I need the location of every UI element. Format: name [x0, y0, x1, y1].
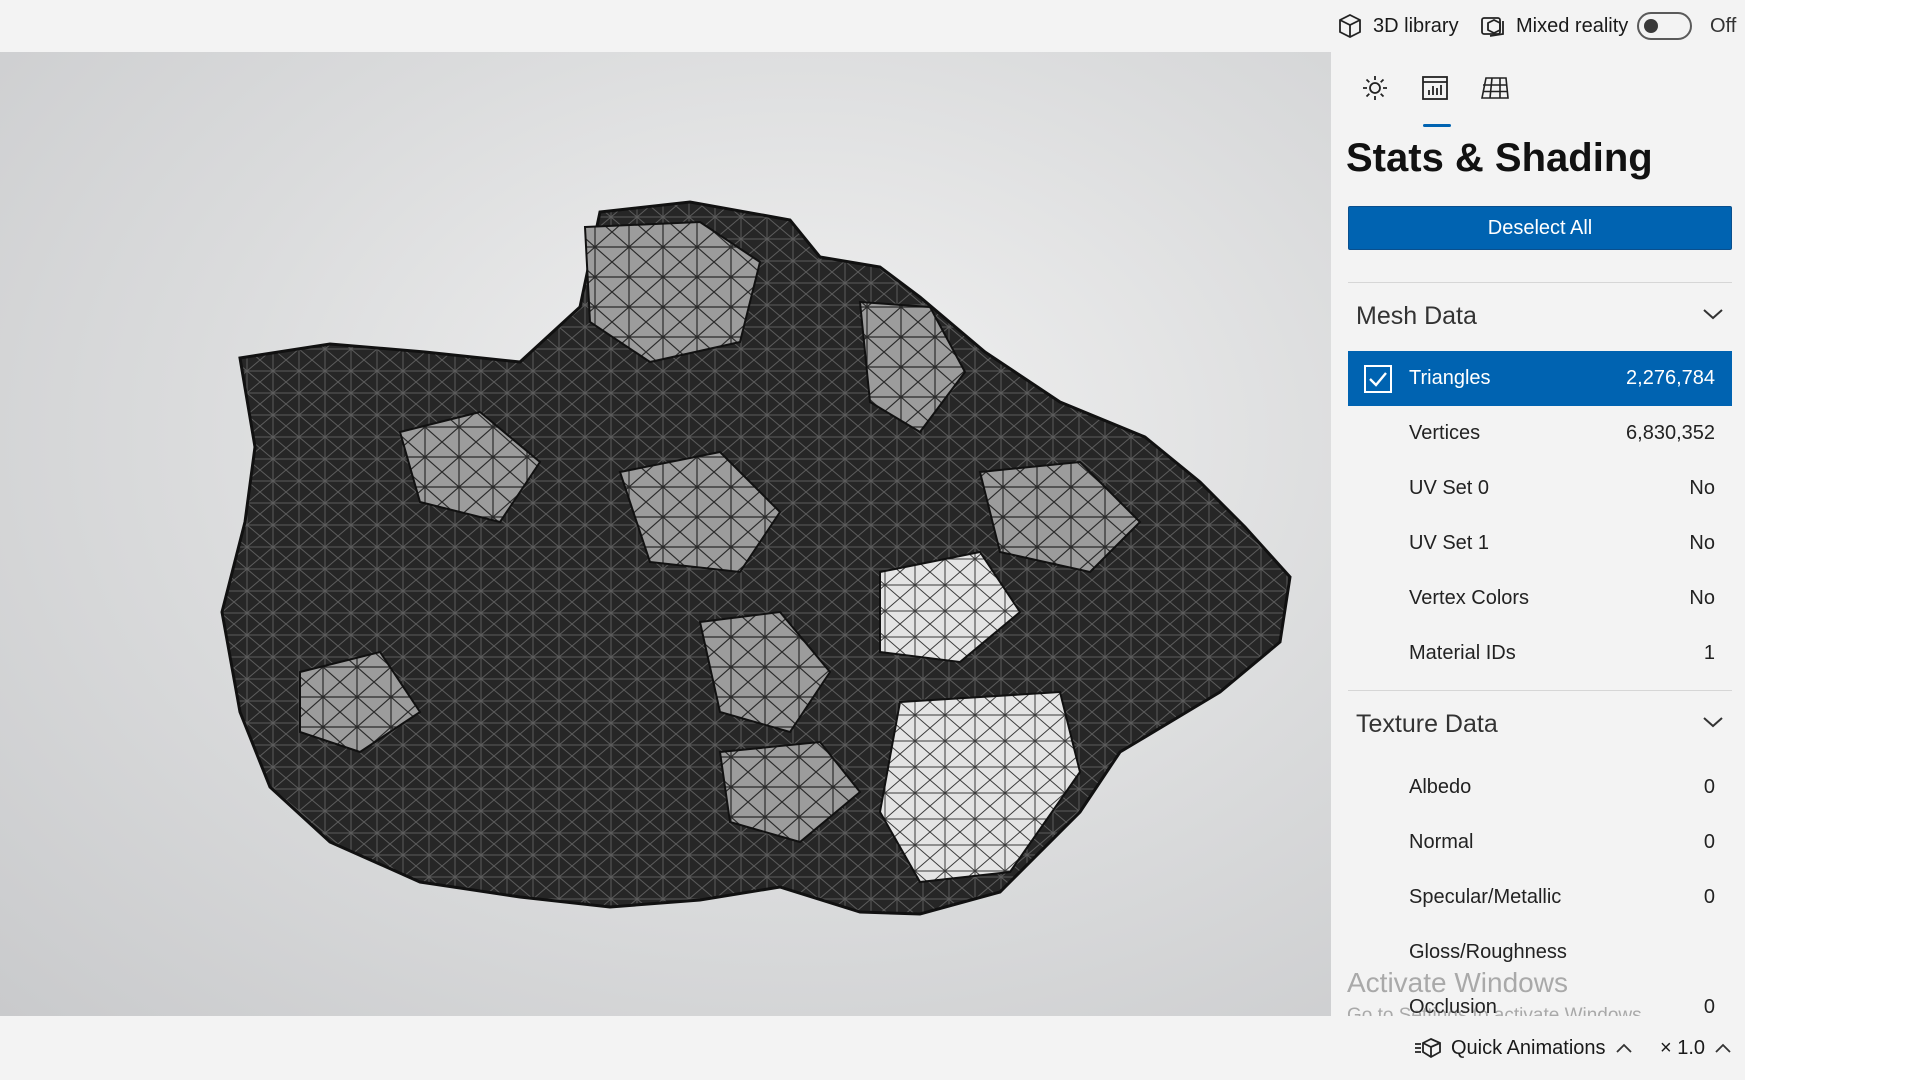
tab-stats[interactable]: [1405, 68, 1465, 128]
cube-icon: [1335, 11, 1365, 41]
row-label: Material IDs: [1409, 642, 1516, 664]
mesh-row-material-ids[interactable]: Material IDs 1: [1348, 626, 1732, 681]
row-label: Normal: [1409, 831, 1474, 853]
mesh-row-vertex-colors[interactable]: Vertex Colors No: [1348, 571, 1732, 626]
playback-speed-label: × 1.0: [1660, 1036, 1706, 1059]
panel-title: Stats & Shading: [1346, 136, 1653, 180]
top-bar: 3D library Mixed reality Off: [0, 0, 1745, 52]
row-label: UV Set 1: [1409, 532, 1490, 554]
row-label: Gloss/Roughness: [1409, 941, 1567, 963]
chevron-down-icon: [1702, 307, 1724, 326]
row-value: 0: [1703, 831, 1715, 853]
row-value: 6,830,352: [1626, 422, 1715, 444]
mesh-row-uv-set-1[interactable]: UV Set 1 No: [1348, 516, 1732, 571]
mixed-reality-button[interactable]: Mixed reality: [1478, 0, 1628, 52]
mesh-row-vertices[interactable]: Vertices 6,830,352: [1348, 406, 1732, 461]
row-label: Vertices: [1409, 422, 1481, 444]
tab-grid[interactable]: [1465, 68, 1525, 128]
row-value: 0: [1703, 886, 1715, 908]
mesh-data-header[interactable]: Mesh Data: [1348, 288, 1732, 344]
row-value: 1: [1703, 642, 1715, 664]
mixed-reality-label: Mixed reality: [1516, 14, 1629, 37]
app-window: 3D library Mixed reality Off Stats & Sha…: [0, 0, 1745, 1080]
check-icon: [1369, 371, 1387, 387]
lighting-icon: [1361, 74, 1389, 107]
mixed-reality-icon: [1478, 11, 1508, 41]
texture-data-label: Texture Data: [1356, 709, 1498, 738]
quick-animations-button[interactable]: Quick Animations: [1413, 1016, 1632, 1080]
chevron-down-icon: [1702, 715, 1724, 734]
divider: [1348, 282, 1732, 283]
animation-icon: [1413, 1033, 1443, 1063]
quick-animations-label: Quick Animations: [1451, 1036, 1606, 1059]
stats-shading-panel: Stats & Shading Deselect All Mesh Data T…: [1331, 52, 1745, 1018]
row-value: 0: [1703, 776, 1715, 798]
tab-lighting[interactable]: [1345, 68, 1405, 128]
mesh-row-uv-set-0[interactable]: UV Set 0 No: [1348, 461, 1732, 516]
texture-row-normal[interactable]: Normal 0: [1348, 815, 1732, 870]
row-value: No: [1689, 532, 1715, 554]
bottom-bar: Quick Animations × 1.0: [0, 1016, 1745, 1080]
row-label: Vertex Colors: [1409, 587, 1530, 609]
playback-speed-button[interactable]: × 1.0: [1660, 1016, 1731, 1080]
row-label: Albedo: [1409, 776, 1472, 798]
mesh-data-label: Mesh Data: [1356, 301, 1477, 330]
toggle-state-label: Off: [1710, 14, 1737, 37]
row-value: 2,276,784: [1626, 367, 1715, 389]
row-label: Specular/Metallic: [1409, 886, 1562, 908]
grid-icon: [1480, 74, 1510, 107]
stats-icon: [1421, 74, 1449, 107]
chevron-up-icon: [1715, 1043, 1731, 1053]
desktop-background: [1745, 0, 1920, 1080]
texture-row-specular[interactable]: Specular/Metallic 0: [1348, 870, 1732, 925]
row-value: No: [1689, 477, 1715, 499]
row-value: No: [1689, 587, 1715, 609]
chevron-up-icon: [1615, 1043, 1632, 1053]
mixed-reality-toggle[interactable]: [1637, 0, 1692, 52]
3d-viewport[interactable]: [0, 52, 1331, 1016]
texture-row-gloss[interactable]: Gloss/Roughness: [1348, 925, 1732, 980]
3d-library-button[interactable]: 3D library: [1335, 0, 1459, 52]
mesh-row-triangles[interactable]: Triangles 2,276,784: [1348, 351, 1732, 406]
deselect-all-button[interactable]: Deselect All: [1348, 206, 1732, 250]
checkbox[interactable]: [1348, 351, 1408, 406]
row-label: Triangles: [1409, 367, 1491, 389]
wireframe-model: [220, 200, 1292, 916]
row-label: UV Set 0: [1409, 477, 1490, 499]
panel-tabs: [1345, 68, 1525, 128]
3d-library-label: 3D library: [1373, 14, 1459, 37]
texture-data-header[interactable]: Texture Data: [1348, 696, 1732, 752]
texture-row-albedo[interactable]: Albedo 0: [1348, 760, 1732, 815]
divider: [1348, 690, 1732, 691]
